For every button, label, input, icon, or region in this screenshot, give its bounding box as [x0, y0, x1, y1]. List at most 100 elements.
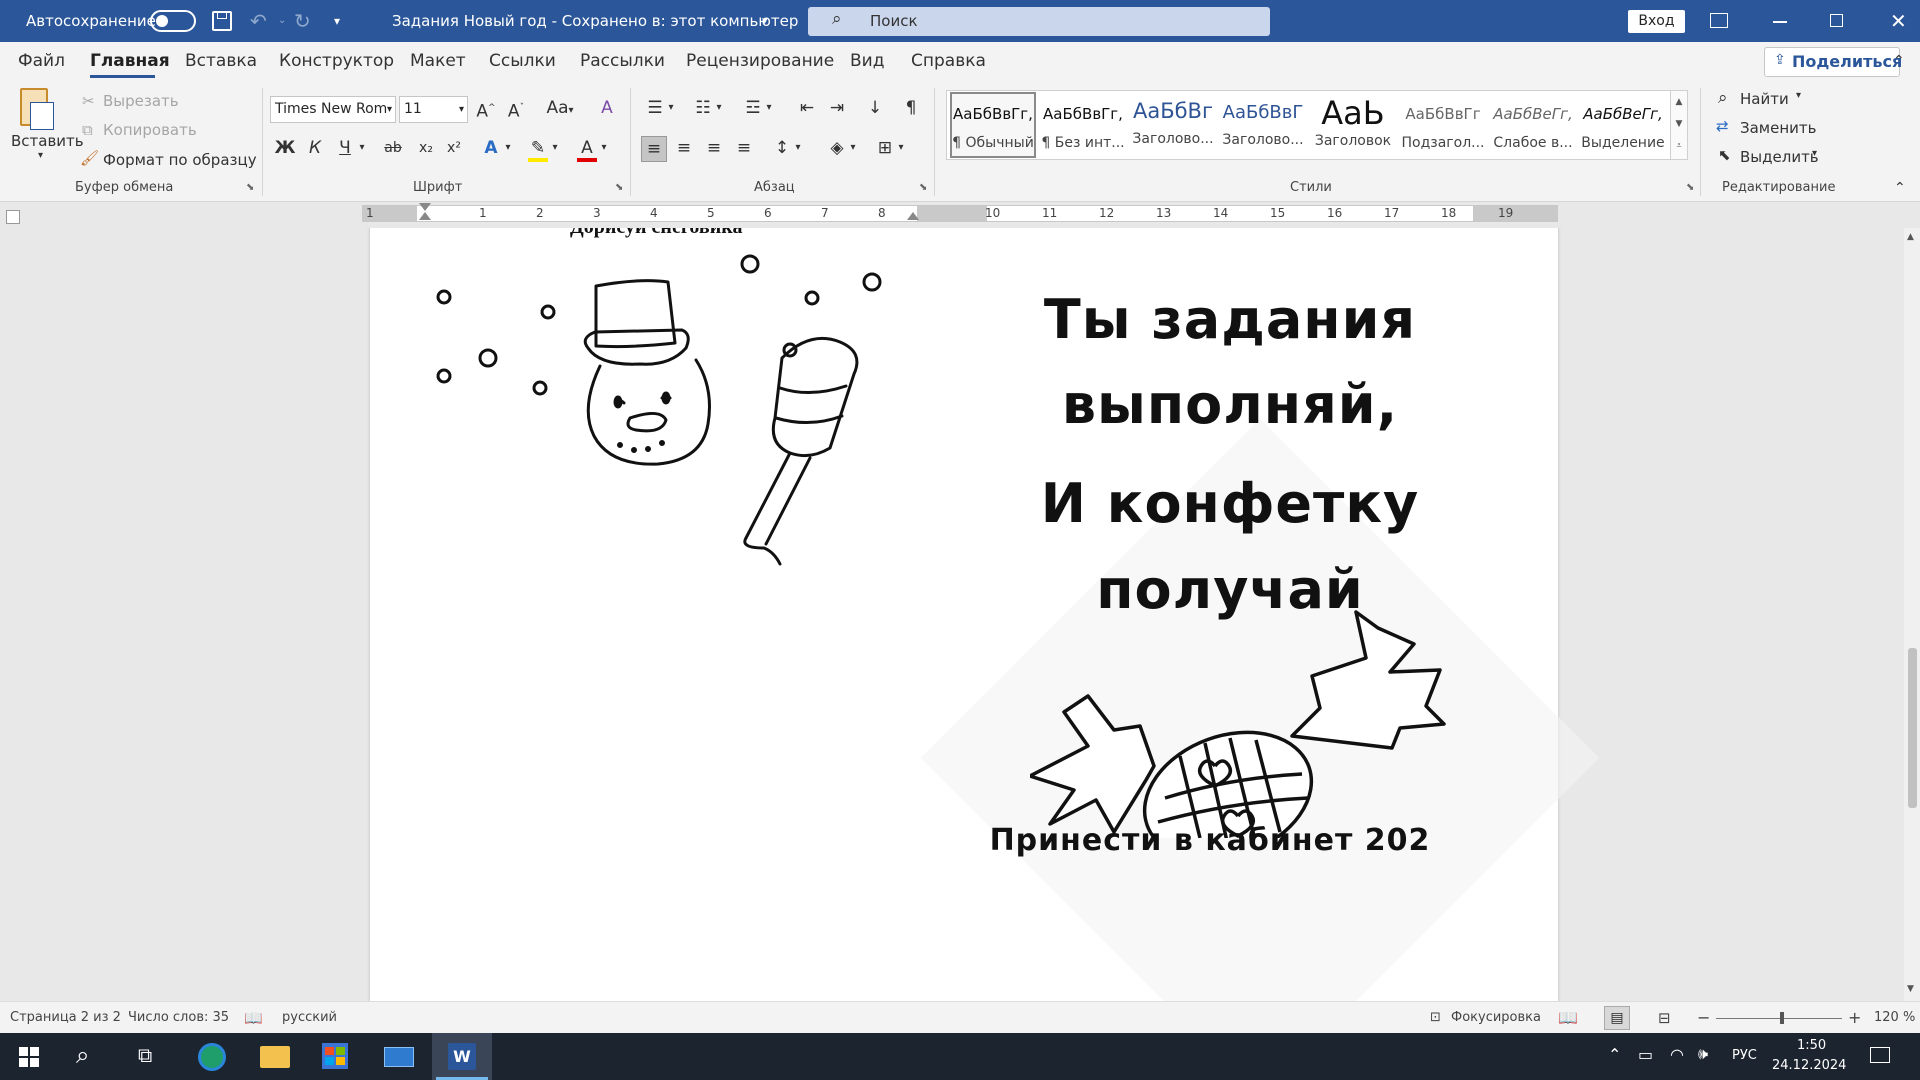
styles-more-icon[interactable]: ⩡	[1671, 135, 1687, 157]
grow-font-icon[interactable]: A^	[473, 96, 499, 122]
clipboard-launcher-icon[interactable]: ⬊	[246, 182, 254, 193]
word-count[interactable]: Число слов: 35	[128, 1002, 229, 1034]
tray-chevron-icon[interactable]: ⌃	[1608, 1045, 1621, 1064]
superscript-button[interactable]: x²	[441, 136, 467, 162]
taskbar-search-icon[interactable]: ⌕	[76, 1041, 89, 1069]
select-icon[interactable]: ⬉	[1718, 146, 1731, 164]
tab-design[interactable]: Конструктор	[279, 42, 394, 80]
clock-time[interactable]: 1:50	[1797, 1038, 1826, 1053]
collapse-ribbon-icon[interactable]: ⌃	[1894, 180, 1906, 196]
paragraph-launcher-icon[interactable]: ⬊	[919, 182, 927, 193]
restore-icon[interactable]	[1830, 14, 1843, 27]
word-taskbar-button[interactable]: W	[432, 1033, 492, 1080]
proofing-icon[interactable]: 📖	[244, 1002, 263, 1034]
styles-down-icon[interactable]: ▼	[1671, 113, 1687, 135]
undo-dropdown-icon[interactable]: ⌄	[278, 0, 286, 42]
signin-button[interactable]: Вход	[1628, 10, 1685, 33]
tab-view[interactable]: Вид	[850, 42, 884, 80]
strikethrough-button[interactable]: ab	[380, 136, 406, 162]
mail-icon[interactable]	[384, 1047, 414, 1067]
style-subtitle[interactable]: АаБбВвГг Подзагол...	[1400, 94, 1486, 154]
tab-mailings[interactable]: Рассылки	[580, 42, 665, 80]
find-button[interactable]: Найти	[1740, 90, 1789, 108]
undo-icon[interactable]: ↶	[250, 0, 267, 42]
paste-icon[interactable]	[14, 88, 54, 134]
underline-dropdown-icon[interactable]: ▾	[354, 136, 370, 162]
line-spacing-dropdown-icon[interactable]: ▾	[791, 136, 805, 162]
font-launcher-icon[interactable]: ⬊	[615, 182, 623, 193]
share-button[interactable]: ⇪ Поделиться	[1764, 47, 1902, 77]
start-icon[interactable]	[19, 1047, 39, 1067]
web-layout-icon[interactable]: ⊟	[1658, 1002, 1671, 1034]
tab-review[interactable]: Рецензирование	[686, 42, 834, 80]
vertical-scrollbar[interactable]: ▲ ▼	[1904, 228, 1920, 1001]
replace-icon[interactable]: ⇄	[1716, 117, 1729, 135]
task-view-icon[interactable]: ⧉	[138, 1043, 152, 1067]
save-icon[interactable]	[212, 11, 232, 31]
style-subtle-emphasis[interactable]: АаБбВеГг, Слабое в...	[1490, 94, 1576, 154]
focus-icon[interactable]: ⊡	[1430, 1002, 1441, 1034]
tab-insert[interactable]: Вставка	[185, 42, 257, 80]
tab-file[interactable]: Файл	[18, 42, 65, 80]
shading-dropdown-icon[interactable]: ▾	[846, 136, 860, 162]
align-right-icon[interactable]: ≡	[701, 136, 727, 162]
multilevel-dropdown-icon[interactable]: ▾	[762, 96, 776, 122]
align-center-icon[interactable]: ≡	[671, 136, 697, 162]
focus-button[interactable]: Фокусировка	[1451, 1002, 1541, 1034]
minimize-icon[interactable]	[1773, 21, 1787, 23]
bullets-dropdown-icon[interactable]: ▾	[664, 96, 678, 122]
zoom-level[interactable]: 120 %	[1874, 1002, 1915, 1034]
print-layout-icon[interactable]: ▤	[1604, 1006, 1630, 1030]
font-color-dropdown-icon[interactable]: ▾	[596, 136, 612, 162]
increase-indent-icon[interactable]: ⇥	[824, 96, 850, 122]
search-box[interactable]: ⌕ Поиск	[808, 7, 1270, 36]
ribbon-more-icon[interactable]: ⌃	[1893, 42, 1905, 80]
replace-button[interactable]: Заменить	[1740, 119, 1817, 137]
text-effects-dropdown-icon[interactable]: ▾	[500, 136, 516, 162]
notifications-icon[interactable]	[1870, 1047, 1890, 1063]
styles-up-icon[interactable]: ▲	[1671, 91, 1687, 113]
select-dropdown-icon[interactable]: ▾	[1812, 148, 1817, 159]
language-indicator[interactable]: русский	[282, 1002, 337, 1034]
tab-layout[interactable]: Макет	[410, 42, 466, 80]
decrease-indent-icon[interactable]: ⇤	[794, 96, 820, 122]
scroll-down-icon[interactable]: ▼	[1907, 984, 1914, 994]
style-heading-1[interactable]: АаБбВг Заголово...	[1130, 94, 1216, 154]
italic-button[interactable]: К	[302, 136, 328, 162]
document-title[interactable]: Задания Новый год - Сохранено в: этот ко…	[392, 0, 798, 42]
justify-icon[interactable]: ≡	[731, 136, 757, 162]
styles-launcher-icon[interactable]: ⬊	[1686, 182, 1694, 193]
sort-icon[interactable]: ↓	[862, 96, 888, 122]
battery-icon[interactable]: ▭	[1638, 1045, 1653, 1064]
title-dropdown-icon[interactable]: ▾	[762, 0, 768, 42]
zoom-out-icon[interactable]: −	[1697, 1002, 1710, 1034]
volume-icon[interactable]: 🕪	[1698, 1044, 1708, 1064]
page-count[interactable]: Страница 2 из 2	[10, 1002, 121, 1034]
cut-button[interactable]: Вырезать	[103, 92, 179, 110]
scroll-thumb[interactable]	[1908, 648, 1917, 808]
ribbon-display-icon[interactable]	[1710, 13, 1728, 28]
hanging-indent-marker[interactable]	[419, 212, 431, 220]
style-emphasis[interactable]: АаБбВеГг, Выделение	[1580, 94, 1666, 154]
right-indent-marker[interactable]	[907, 212, 919, 220]
style-heading-2[interactable]: АаБбВвГ Заголово...	[1220, 94, 1306, 154]
format-painter-button[interactable]: Формат по образцу	[103, 151, 257, 169]
paste-button[interactable]: Вставить	[11, 132, 84, 150]
zoom-slider-thumb[interactable]	[1780, 1012, 1784, 1024]
align-left-icon[interactable]: ≡	[641, 136, 667, 162]
shrink-font-icon[interactable]: Aˇ	[503, 96, 529, 122]
numbering-dropdown-icon[interactable]: ▾	[712, 96, 726, 122]
edge-icon[interactable]	[198, 1043, 226, 1071]
close-icon[interactable]: ✕	[1890, 0, 1907, 42]
clear-formatting-icon[interactable]: A	[594, 96, 620, 122]
find-dropdown-icon[interactable]: ▾	[1796, 90, 1801, 101]
zoom-in-icon[interactable]: +	[1848, 1002, 1861, 1034]
borders-dropdown-icon[interactable]: ▾	[894, 136, 908, 162]
paste-dropdown-icon[interactable]: ▾	[38, 150, 43, 161]
highlight-dropdown-icon[interactable]: ▾	[547, 136, 563, 162]
file-explorer-icon[interactable]	[260, 1046, 290, 1068]
document-page[interactable]: Дорисуй снеговика Ты задания	[370, 228, 1600, 1001]
read-mode-icon[interactable]: 📖	[1558, 1002, 1578, 1034]
input-language[interactable]: РУС	[1732, 1048, 1757, 1063]
scroll-up-icon[interactable]: ▲	[1907, 232, 1914, 242]
